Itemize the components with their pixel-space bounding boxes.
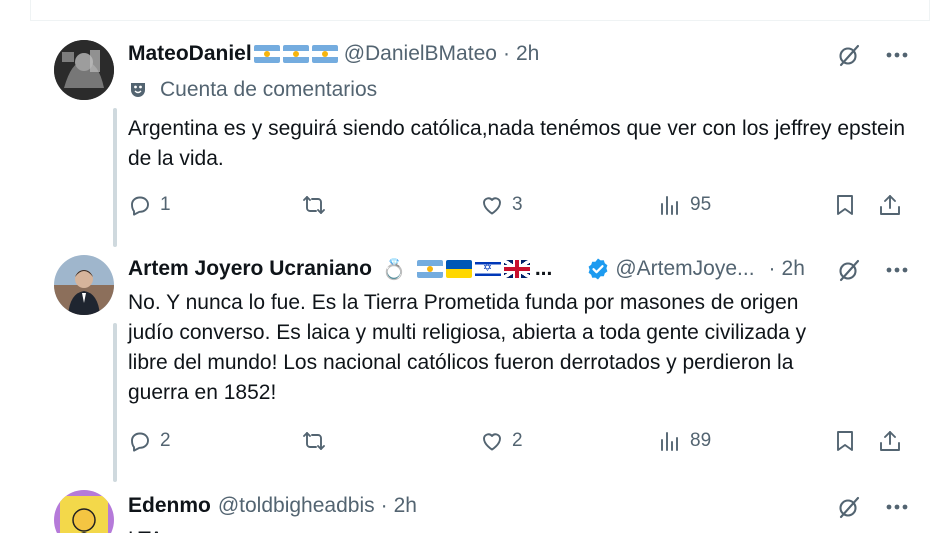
reply-button[interactable]: 1 (128, 190, 171, 220)
display-name[interactable]: Artem Joyero Ucraniano (128, 256, 372, 282)
bookmark-icon (837, 431, 853, 451)
flag-emojis (253, 45, 338, 63)
share-icon (880, 431, 900, 451)
avatar[interactable] (54, 490, 114, 533)
thread-line (113, 323, 117, 482)
views-button[interactable]: 95 (658, 190, 711, 220)
repost-icon (303, 432, 325, 450)
post-time[interactable]: 2h (394, 493, 417, 519)
name-ellipsis: ... (534, 257, 553, 280)
view-count: 95 (690, 194, 712, 215)
reply-icon (131, 196, 149, 216)
heart-icon (483, 433, 501, 451)
account-label: Cuenta de comentarios (128, 78, 377, 102)
argentina-flag-icon (253, 45, 280, 63)
theater-masks-icon (131, 83, 145, 97)
post-text: No. Y nunca lo fue. Es la Tierra Prometi… (128, 288, 918, 408)
post-top-icons (836, 257, 910, 288)
post-time[interactable]: 2h (516, 41, 539, 67)
reply-button[interactable]: 2 (128, 426, 171, 456)
account-label-text: Cuenta de comentarios (160, 78, 378, 101)
ring-icon: 💍 (381, 257, 407, 281)
grok-icon[interactable] (836, 257, 862, 288)
thread-line (113, 108, 117, 247)
post-text: LTA (128, 525, 918, 533)
reply-icon (131, 432, 149, 452)
user-handle[interactable]: @toldbigheadbis (218, 493, 375, 519)
argentina-flag-icon (282, 45, 309, 63)
like-count: 3 (512, 194, 523, 215)
heart-icon (483, 197, 501, 215)
share-icon (880, 195, 900, 215)
argentina-flag-icon (311, 45, 338, 63)
bookmark-icon (837, 195, 853, 215)
grok-icon[interactable] (836, 42, 862, 73)
user-handle[interactable]: @DanielBMateo (344, 41, 497, 67)
more-options-icon[interactable] (884, 257, 910, 288)
previous-post-edge (30, 0, 930, 21)
argentina-flag-icon (416, 260, 443, 278)
bookmark-button[interactable] (833, 426, 857, 456)
repost-icon (303, 196, 325, 214)
like-count: 2 (512, 430, 523, 451)
avatar[interactable] (54, 40, 114, 100)
analytics-icon (661, 432, 678, 451)
post-time[interactable]: 2h (782, 256, 805, 282)
separator-dot: · (768, 257, 776, 280)
post-artem[interactable]: Artem Joyero Ucraniano 💍 ... @ArtemJoye.… (30, 247, 930, 482)
display-name[interactable]: Edenmo (128, 493, 211, 519)
post-mateodaniel[interactable]: MateoDaniel @DanielBMateo · 2h Cuenta de… (30, 22, 930, 247)
like-button[interactable]: 3 (480, 190, 523, 220)
post-actions: 1 3 95 (128, 190, 918, 220)
more-options-icon[interactable] (884, 42, 910, 73)
post-text-line: judío converso. Es laica y multi religio… (128, 321, 807, 344)
post-top-icons (836, 42, 910, 73)
separator-dot: · (502, 42, 510, 65)
user-handle[interactable]: @ArtemJoye... (615, 256, 754, 282)
post-text-line: guerra en 1852! (128, 381, 277, 404)
more-options-icon[interactable] (884, 494, 910, 525)
post-text-line: No. Y nunca lo fue. Es la Tierra Prometi… (128, 291, 799, 314)
bookmark-button[interactable] (833, 190, 857, 220)
grok-icon[interactable] (836, 494, 862, 525)
post-text-line: libre del mundo! Los nacional católicos … (128, 351, 794, 374)
post-header: MateoDaniel @DanielBMateo · 2h (128, 41, 539, 67)
analytics-icon (661, 196, 678, 215)
separator-dot: · (380, 494, 388, 517)
view-count: 89 (690, 430, 712, 451)
flag-emojis: ... (416, 256, 553, 282)
reply-count: 2 (160, 430, 171, 451)
post-actions: 2 2 89 (128, 426, 918, 456)
post-text: Argentina es y seguirá siendo católica,n… (128, 117, 906, 170)
share-button[interactable] (878, 426, 902, 456)
verified-badge-icon (588, 258, 608, 280)
reply-count: 1 (160, 194, 171, 215)
israel-flag-icon (474, 260, 501, 278)
post-edenmo[interactable]: Edenmo @toldbigheadbis · 2h LTA (30, 482, 930, 533)
views-button[interactable]: 89 (658, 426, 711, 456)
like-button[interactable]: 2 (480, 426, 523, 456)
uk-flag-icon (503, 260, 530, 278)
post-header: Artem Joyero Ucraniano 💍 ... @ArtemJoye.… (128, 256, 805, 282)
post-top-icons (836, 494, 910, 525)
ukraine-flag-icon (445, 260, 472, 278)
avatar[interactable] (54, 255, 114, 315)
repost-button[interactable] (302, 426, 334, 456)
post-header: Edenmo @toldbigheadbis · 2h (128, 493, 417, 519)
display-name[interactable]: MateoDaniel (128, 41, 252, 67)
repost-button[interactable] (302, 190, 334, 220)
share-button[interactable] (878, 190, 902, 220)
